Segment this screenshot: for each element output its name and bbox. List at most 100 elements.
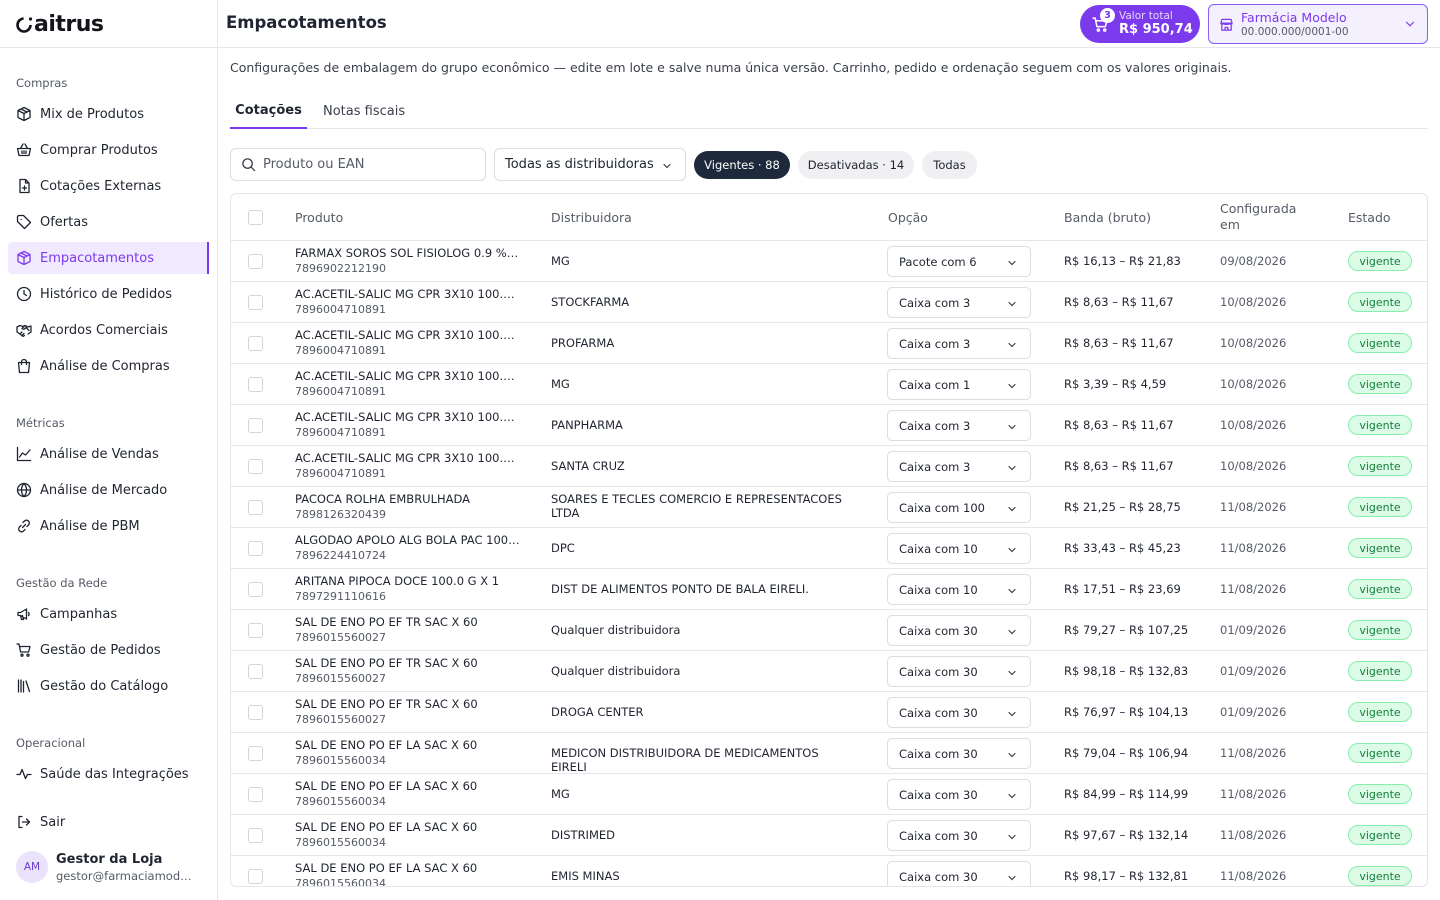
row-checkbox[interactable] [248,541,263,556]
sidebar-item-campanhas[interactable]: Campanhas [8,598,209,630]
row-checkbox[interactable] [248,500,263,515]
distributor-name: DROGA CENTER [551,705,644,719]
row-checkbox[interactable] [248,254,263,269]
logo-icon [16,17,33,33]
packaging-option-select[interactable]: Caixa com 30 [887,779,1031,810]
price-band: R$ 76,97 – R$ 104,13 [1064,705,1189,719]
row-checkbox[interactable] [248,582,263,597]
column-header-option[interactable]: Opção [888,210,928,225]
column-header-distributor[interactable]: Distribuidora [551,210,632,225]
search-box[interactable] [230,148,486,181]
product-name: SAL DE ENO PO EF LA SAC X 60 [295,738,478,752]
sidebar-item-cotacoes-externas[interactable]: Cotações Externas [8,170,209,202]
packaging-option-value: Caixa com 10 [899,582,978,597]
packaging-option-select[interactable]: Caixa com 30 [887,861,1031,886]
configured-date: 10/08/2026 [1220,459,1287,473]
chevron-down-icon [1006,298,1018,313]
packaging-option-select[interactable]: Caixa com 3 [887,410,1031,441]
row-checkbox[interactable] [248,623,263,638]
search-icon [242,158,256,172]
distributor-select[interactable]: Todas as distribuidoras [494,148,686,181]
column-header-configured-line1: Configurada [1220,201,1297,216]
row-checkbox[interactable] [248,746,263,761]
column-header-configured[interactable]: Configurada em [1220,201,1296,233]
sidebar-item-acordos-comerciais[interactable]: Acordos Comerciais [8,314,209,346]
sidebar-item-analise-de-pbm[interactable]: Análise de PBM [8,510,209,542]
product-name: SAL DE ENO PO EF TR SAC X 60 [295,697,478,711]
tab-cotacoes[interactable]: Cotações [230,94,307,129]
packaging-option-select[interactable]: Caixa com 3 [887,328,1031,359]
configured-date: 11/08/2026 [1220,541,1287,555]
status-badge: vigente [1348,784,1412,804]
chevron-down-icon [1006,667,1018,682]
packaging-option-value: Caixa com 1 [899,377,971,392]
filter-pill-todas[interactable]: Todas [922,151,977,179]
packaging-option-select[interactable]: Caixa com 30 [887,820,1031,851]
packaging-option-select[interactable]: Caixa com 30 [887,615,1031,646]
row-checkbox[interactable] [248,828,263,843]
column-header-band[interactable]: Banda (bruto) [1064,210,1151,225]
row-checkbox[interactable] [248,295,263,310]
sidebar-item-comprar-produtos[interactable]: Comprar Produtos [8,134,209,166]
sidebar-item-saude-das-integracoes[interactable]: Saúde das Integrações [8,758,209,790]
packaging-option-select[interactable]: Caixa com 3 [887,287,1031,318]
row-checkbox[interactable] [248,787,263,802]
status-badge: vigente [1348,538,1412,558]
sidebar-item-analise-de-mercado[interactable]: Análise de Mercado [8,474,209,506]
chevron-down-icon [1006,790,1018,805]
row-checkbox[interactable] [248,664,263,679]
sidebar-item-analise-de-vendas[interactable]: Análise de Vendas [8,438,209,470]
sidebar-item-empacotamentos[interactable]: Empacotamentos [8,242,209,274]
sidebar-item-gestao-do-catalogo[interactable]: Gestão do Catálogo [8,670,209,702]
store-selector[interactable]: Farmácia Modelo 00.000.000/0001-00 [1208,4,1428,44]
tab-notas-fiscais[interactable]: Notas fiscais [315,94,413,129]
product-name: AC.ACETIL-SALIC MG CPR 3X10 100.0 MG X 3… [295,410,520,424]
packaging-option-value: Caixa com 3 [899,336,971,351]
select-all-checkbox[interactable] [248,210,263,225]
sidebar-item-analise-de-compras[interactable]: Análise de Compras [8,350,209,382]
product-name: SAL DE ENO PO EF TR SAC X 60 [295,656,478,670]
price-band: R$ 8,63 – R$ 11,67 [1064,336,1174,350]
column-header-state[interactable]: Estado [1348,210,1391,225]
sidebar-item-gestao-de-pedidos[interactable]: Gestão de Pedidos [8,634,209,666]
packaging-option-select[interactable]: Caixa com 100 [887,492,1031,523]
logout-button[interactable]: Sair [8,806,209,838]
cart-button[interactable]: 3 Valor total R$ 950,74 [1080,5,1200,43]
row-checkbox[interactable] [248,418,263,433]
column-header-product[interactable]: Produto [295,210,343,225]
packaging-option-select[interactable]: Caixa com 30 [887,697,1031,728]
row-checkbox[interactable] [248,377,263,392]
cart-icon [16,642,32,658]
packaging-option-value: Caixa com 3 [899,418,971,433]
product-ean: 7896015560027 [295,631,386,644]
product-ean: 7898126320439 [295,508,386,521]
packaging-option-select[interactable]: Caixa com 10 [887,533,1031,564]
sidebar-item-mix-de-produtos[interactable]: Mix de Produtos [8,98,209,130]
logo-text: aitrus [34,11,104,37]
sidebar-item-ofertas[interactable]: Ofertas [8,206,209,238]
table-row: SAL DE ENO PO EF LA SAC X 60 789601556003… [231,733,1427,774]
row-checkbox[interactable] [248,336,263,351]
packaging-option-value: Caixa com 10 [899,541,978,556]
chevron-down-icon [1006,626,1018,641]
logo[interactable]: aitrus [15,11,104,37]
row-checkbox[interactable] [248,459,263,474]
chevron-down-icon [1006,339,1018,354]
filter-pill-desativadas[interactable]: Desativadas · 14 [798,151,914,179]
logout-label: Sair [40,814,66,830]
row-checkbox[interactable] [248,705,263,720]
user-profile[interactable]: AM Gestor da Loja gestor@farmaciamodelo.… [16,851,198,883]
row-checkbox[interactable] [248,869,263,884]
packaging-option-select[interactable]: Caixa com 1 [887,369,1031,400]
packaging-option-select[interactable]: Pacote com 6 [887,246,1031,277]
filter-pill-vigentes[interactable]: Vigentes · 88 [694,151,790,179]
packaging-option-select[interactable]: Caixa com 10 [887,574,1031,605]
configured-date: 11/08/2026 [1220,828,1287,842]
search-input[interactable] [263,157,473,172]
packaging-option-select[interactable]: Caixa com 30 [887,656,1031,687]
packaging-option-select[interactable]: Caixa com 30 [887,738,1031,769]
sidebar-item-historico-de-pedidos[interactable]: Histórico de Pedidos [8,278,209,310]
product-name: AC.ACETIL-SALIC MG CPR 3X10 100.0 MG X 3… [295,328,520,342]
packaging-option-select[interactable]: Caixa com 3 [887,451,1031,482]
configured-date: 11/08/2026 [1220,746,1287,760]
